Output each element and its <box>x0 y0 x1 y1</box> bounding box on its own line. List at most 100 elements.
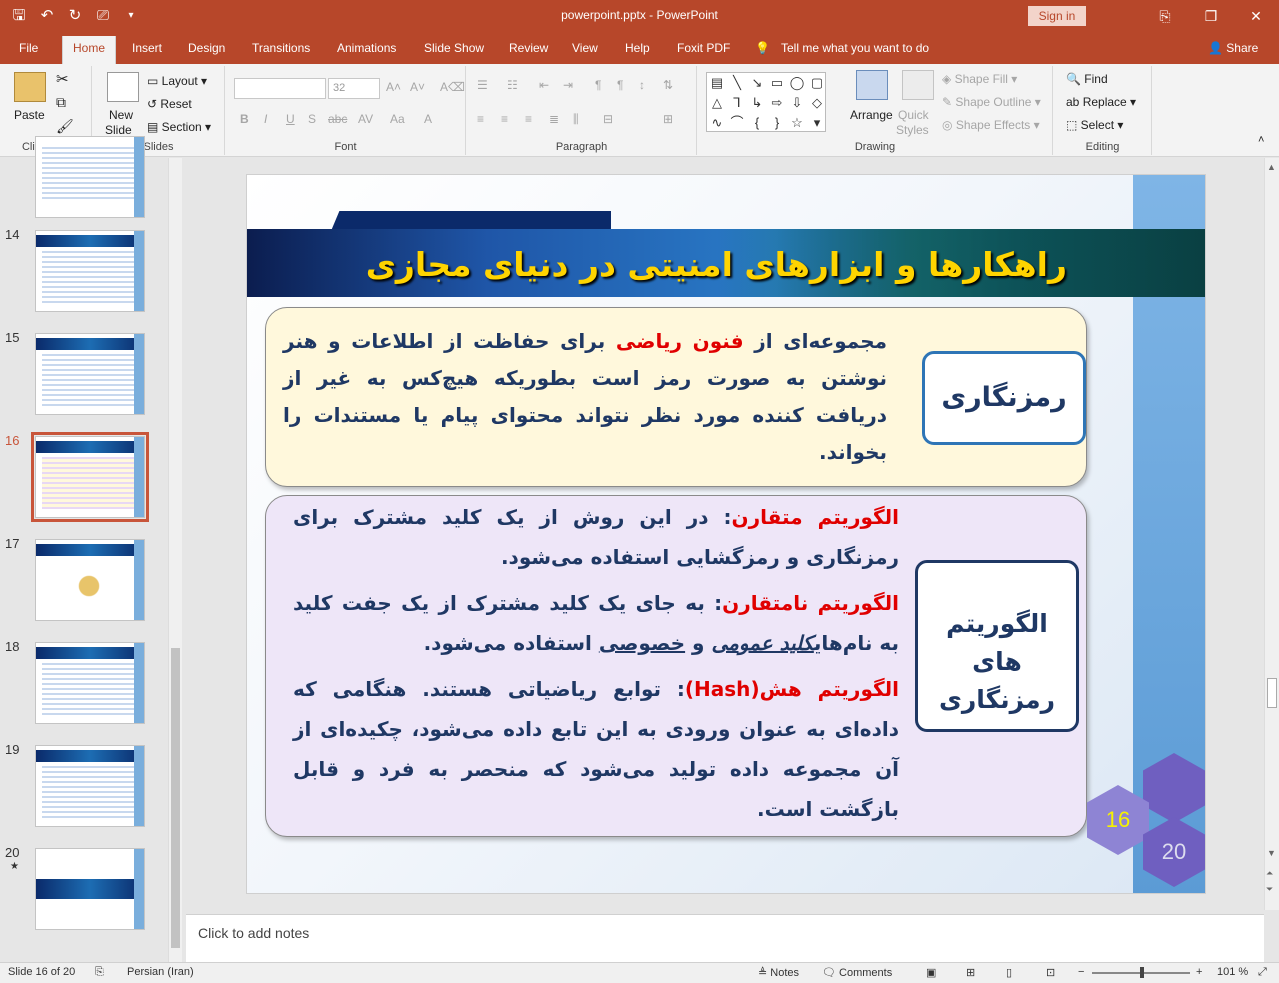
slide-title[interactable]: راهکارها و ابزارهای امنیتی در دنیای مجاز… <box>287 245 1067 284</box>
shrink-font-icon[interactable]: A˅ <box>410 80 425 94</box>
find-button[interactable]: 🔍 Find <box>1066 72 1108 86</box>
grow-font-icon[interactable]: A˄ <box>386 80 401 94</box>
curve-shape-icon[interactable]: ∿ <box>707 113 727 133</box>
text-direction-icon[interactable]: ⇅ <box>663 78 673 92</box>
shape-effects-button[interactable]: ◎ Shape Effects ▾ <box>942 118 1040 132</box>
font-name-combo[interactable] <box>234 78 326 99</box>
collapse-ribbon-icon[interactable]: ˄ <box>1258 134 1264 146</box>
next-slide-icon[interactable]: ⏷ <box>1266 884 1273 895</box>
scroll-up-icon[interactable]: ▲ <box>1267 162 1276 172</box>
cryptography-label-box[interactable]: رمزنگاری <box>922 351 1086 445</box>
layout-button[interactable]: ▭ Layout ▾ <box>147 74 207 88</box>
text-box-shape-icon[interactable]: ▤ <box>707 73 727 93</box>
connector-shape-icon[interactable]: ⅂ <box>727 93 747 113</box>
definition-text[interactable]: مجموعه‌ای از فنون ریاضی برای حفاظت از اط… <box>283 323 887 471</box>
arrow-shape-icon[interactable]: ↘ <box>747 73 767 93</box>
char-spacing-icon[interactable]: AV <box>358 112 373 126</box>
section-button[interactable]: ▤ Section ▾ <box>147 120 211 134</box>
zoom-level[interactable]: 101 % <box>1217 966 1248 978</box>
diamond-shape-icon[interactable]: ◇ <box>807 93 827 113</box>
zoom-out-icon[interactable]: − <box>1078 966 1084 978</box>
share-button[interactable]: 👤 Share <box>1208 41 1258 55</box>
sign-in-button[interactable]: Sign in <box>1028 6 1086 26</box>
format-painter-icon[interactable]: 🖌 <box>56 118 74 135</box>
tell-me-search[interactable]: Tell me what you want to do <box>781 41 929 55</box>
align-left-icon[interactable]: ≡ <box>477 112 484 126</box>
font-size-combo[interactable]: 32 <box>328 78 380 99</box>
select-button[interactable]: ⬚ Select ▾ <box>1066 118 1123 132</box>
justify-icon[interactable]: ≣ <box>549 112 559 126</box>
smartart-icon[interactable]: ⊞ <box>663 112 673 126</box>
zoom-slider-thumb[interactable] <box>1140 967 1144 978</box>
tab-insert[interactable]: Insert <box>132 41 162 55</box>
bullets-icon[interactable]: ☰ <box>477 78 488 92</box>
quick-styles-button-line2[interactable]: Styles <box>896 123 929 137</box>
slide-thumbnail-18[interactable] <box>35 642 145 724</box>
tab-view[interactable]: View <box>572 41 598 55</box>
tab-file[interactable]: File <box>19 41 38 55</box>
previous-slide-icon[interactable]: ⏶ <box>1266 868 1273 879</box>
underline-icon[interactable]: U <box>286 112 295 126</box>
undo-icon[interactable]: ↶ <box>36 6 58 26</box>
brace-right-shape-icon[interactable]: } <box>767 113 787 133</box>
tab-design[interactable]: Design <box>188 41 225 55</box>
slide-thumbnail-14[interactable] <box>35 230 145 312</box>
reading-view-icon[interactable]: ▯ <box>1006 966 1012 979</box>
paste-button[interactable]: Paste <box>14 108 45 122</box>
slide-thumbnail-19[interactable] <box>35 745 145 827</box>
replace-button[interactable]: ab Replace ▾ <box>1066 95 1136 109</box>
brace-left-shape-icon[interactable]: { <box>747 113 767 133</box>
line-shape-icon[interactable]: ╲ <box>727 73 747 93</box>
rtl-icon[interactable]: ¶ <box>595 78 601 92</box>
thumbnails-scrollbar[interactable] <box>168 158 182 963</box>
rounded-rect-shape-icon[interactable]: ▢ <box>807 73 827 93</box>
zoom-in-icon[interactable]: + <box>1196 966 1202 978</box>
slide-scroll-thumb[interactable] <box>1267 678 1277 708</box>
tab-transitions[interactable]: Transitions <box>252 41 310 55</box>
present-icon[interactable]: ⎚ <box>92 6 114 26</box>
shadow-icon[interactable]: S <box>308 112 316 126</box>
slide-sorter-icon[interactable]: ⊞ <box>966 966 975 979</box>
star-shape-icon[interactable]: ☆ <box>787 113 807 133</box>
close-window-icon[interactable]: ✕ <box>1233 4 1279 28</box>
redo-icon[interactable]: ↻ <box>64 6 86 26</box>
notes-pane[interactable]: Click to add notes <box>186 914 1264 962</box>
slide-thumbnail-15[interactable] <box>35 333 145 415</box>
restore-window-icon[interactable]: ❐ <box>1188 4 1234 28</box>
slide-show-icon[interactable]: ⊡ <box>1046 966 1055 979</box>
align-text-icon[interactable]: ⊟ <box>603 112 613 126</box>
triangle-shape-icon[interactable]: △ <box>707 93 727 113</box>
new-slide-button[interactable]: New <box>109 108 133 122</box>
align-center-icon[interactable]: ≡ <box>501 112 508 126</box>
tab-slide-show[interactable]: Slide Show <box>424 41 484 55</box>
shapes-gallery[interactable]: ▤ ╲ ↘ ▭ ◯ ▢ △ ⅂ ↳ ⇨ ⇩ ◇ ∿ ⌒{} ☆ ▾ <box>706 72 826 132</box>
tab-review[interactable]: Review <box>509 41 548 55</box>
language-status[interactable]: Persian (Iran) <box>127 966 194 978</box>
customize-qat-icon[interactable]: ▾ <box>120 6 142 26</box>
crypto-algorithms-label-box[interactable]: الگوریتم های رمزنگاری <box>915 560 1079 732</box>
clear-format-icon[interactable]: A⌫ <box>440 80 465 94</box>
slide-thumbnail-16-selected[interactable] <box>31 432 149 522</box>
italic-icon[interactable]: I <box>264 112 267 126</box>
down-arrow-shape-icon[interactable]: ⇩ <box>787 93 807 113</box>
scroll-down-icon[interactable]: ▼ <box>1267 848 1276 858</box>
copy-icon[interactable]: ⧉ <box>56 94 66 111</box>
fit-to-window-icon[interactable]: ⤢ <box>1258 966 1267 979</box>
new-slide-icon[interactable] <box>107 72 139 102</box>
decrease-indent-icon[interactable]: ⇤ <box>539 78 549 92</box>
change-case-icon[interactable]: Aa <box>390 112 405 126</box>
oval-shape-icon[interactable]: ◯ <box>787 73 807 93</box>
numbering-icon[interactable]: ☷ <box>507 78 518 92</box>
arrange-icon[interactable] <box>856 70 888 100</box>
slide-vertical-scrollbar[interactable]: ▲ ▼ ⏶ ⏷ <box>1264 158 1279 910</box>
right-arrow-shape-icon[interactable]: ⇨ <box>767 93 787 113</box>
zoom-slider[interactable] <box>1092 967 1190 978</box>
algorithms-text[interactable]: الگوریتم متقارن: در این روش از یک کلید م… <box>293 497 899 829</box>
elbow-shape-icon[interactable]: ↳ <box>747 93 767 113</box>
cut-icon[interactable]: ✂ <box>56 70 69 88</box>
font-color-icon[interactable]: A <box>424 112 432 126</box>
spellcheck-icon[interactable]: ⎘ <box>95 966 104 979</box>
slide-canvas[interactable]: راهکارها و ابزارهای امنیتی در دنیای مجاز… <box>246 174 1206 894</box>
new-slide-button-line2[interactable]: Slide <box>105 123 132 137</box>
notes-placeholder[interactable]: Click to add notes <box>198 925 309 941</box>
